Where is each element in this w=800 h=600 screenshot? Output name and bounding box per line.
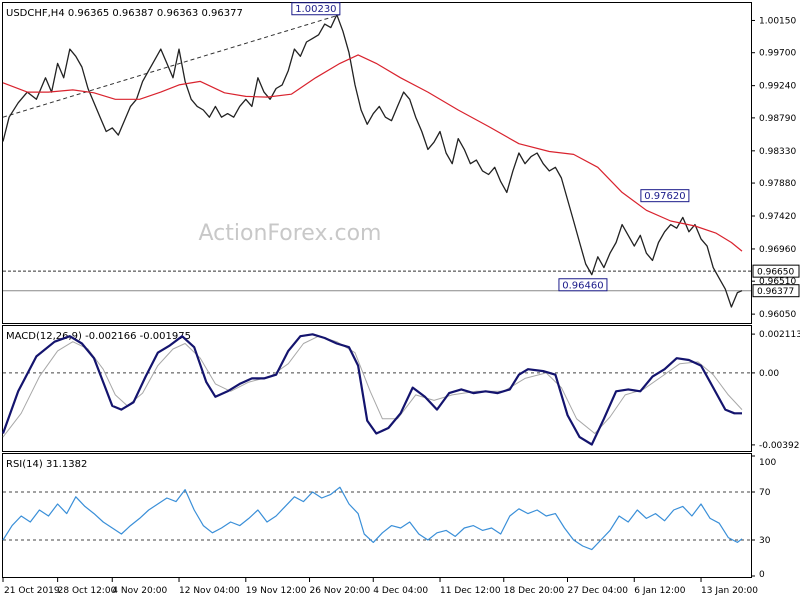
rsi-axis-label: 30 bbox=[759, 536, 771, 546]
x-axis-label: 19 Nov 12:00 bbox=[246, 586, 307, 596]
price-axis-label: 1.00150 bbox=[759, 16, 796, 26]
x-axis-label: 18 Dec 20:00 bbox=[504, 586, 565, 596]
price-callout-label: 1.00230 bbox=[295, 4, 336, 15]
macd-axis-label: 0.002113 bbox=[759, 330, 800, 340]
price-axis-label: 0.98790 bbox=[759, 114, 796, 124]
rsi-axis-label: 0 bbox=[759, 570, 765, 580]
axis-labels-layer: 21 Oct 201928 Oct 12:004 Nov 20:00 12 Nov… bbox=[2, 578, 758, 596]
rsi-axis-label: 100 bbox=[759, 458, 776, 468]
macd-axis-label: -0.003922 bbox=[759, 441, 800, 451]
x-axis-label: 27 Dec 04:00 bbox=[567, 586, 628, 596]
price-axis-label: 0.97880 bbox=[759, 179, 796, 189]
rsi-panel-frame bbox=[2, 453, 752, 578]
price-axis-label: 0.96050 bbox=[759, 310, 796, 320]
x-axis-label: 11 Dec 12:00 bbox=[440, 586, 501, 596]
x-axis-label: 13 Jan 20:00 bbox=[701, 586, 758, 596]
macd-panel-header: MACD(12,26,9) -0.002166 -0.001975 bbox=[6, 331, 191, 342]
price-panel-frame bbox=[2, 2, 752, 324]
macd-axis-label: 0.00 bbox=[759, 369, 779, 379]
price-axis-label: 0.97420 bbox=[759, 212, 796, 222]
watermark: ActionForex.com bbox=[199, 221, 382, 246]
rsi-series-layer: 100 70 30 0 bbox=[2, 455, 776, 580]
price-axis-label: 0.99700 bbox=[759, 49, 796, 59]
x-axis-label: 6 Jan 12:00 bbox=[634, 586, 686, 596]
x-axis-label: 12 Nov 04:00 bbox=[179, 586, 240, 596]
macd-line bbox=[1, 333, 742, 446]
price-tag-label: 0.96377 bbox=[757, 287, 794, 297]
x-axis-label: 4 Dec 04:00 bbox=[373, 586, 428, 596]
usdchf-chart: ActionForex.com USDCHF,H4 0.96365 0.9638… bbox=[1, 2, 800, 596]
price-panel-header: USDCHF,H4 0.96365 0.96387 0.96363 0.9637… bbox=[6, 8, 243, 19]
price-axis-label: 0.96960 bbox=[759, 245, 796, 255]
rsi-axis-label: 70 bbox=[759, 488, 771, 498]
x-axis-label: 26 Nov 20:00 bbox=[310, 586, 371, 596]
price-series-layer: 1.00230 0.97620 0.96460 1.00150 0.99700 0.992… bbox=[2, 2, 800, 320]
x-axis-label: 4 Nov 20:00 bbox=[112, 586, 167, 596]
price-tag-label: 0.96650 bbox=[757, 268, 794, 278]
price-callout-label: 0.96460 bbox=[562, 280, 603, 291]
x-axis-label: 28 Oct 12:00 bbox=[58, 586, 117, 596]
price-axis-label: 0.99240 bbox=[759, 82, 796, 92]
rsi-panel-header: RSI(14) 31.1382 bbox=[6, 459, 87, 470]
price-axis-label: 0.98330 bbox=[759, 147, 796, 157]
price-callout-label: 0.97620 bbox=[644, 191, 685, 202]
macd-series-layer: 0.002113 0.00 -0.003922 bbox=[1, 330, 800, 451]
x-axis-label: 21 Oct 2019 bbox=[4, 586, 60, 596]
price-line bbox=[2, 14, 743, 308]
macd-signal-line bbox=[2, 335, 743, 438]
